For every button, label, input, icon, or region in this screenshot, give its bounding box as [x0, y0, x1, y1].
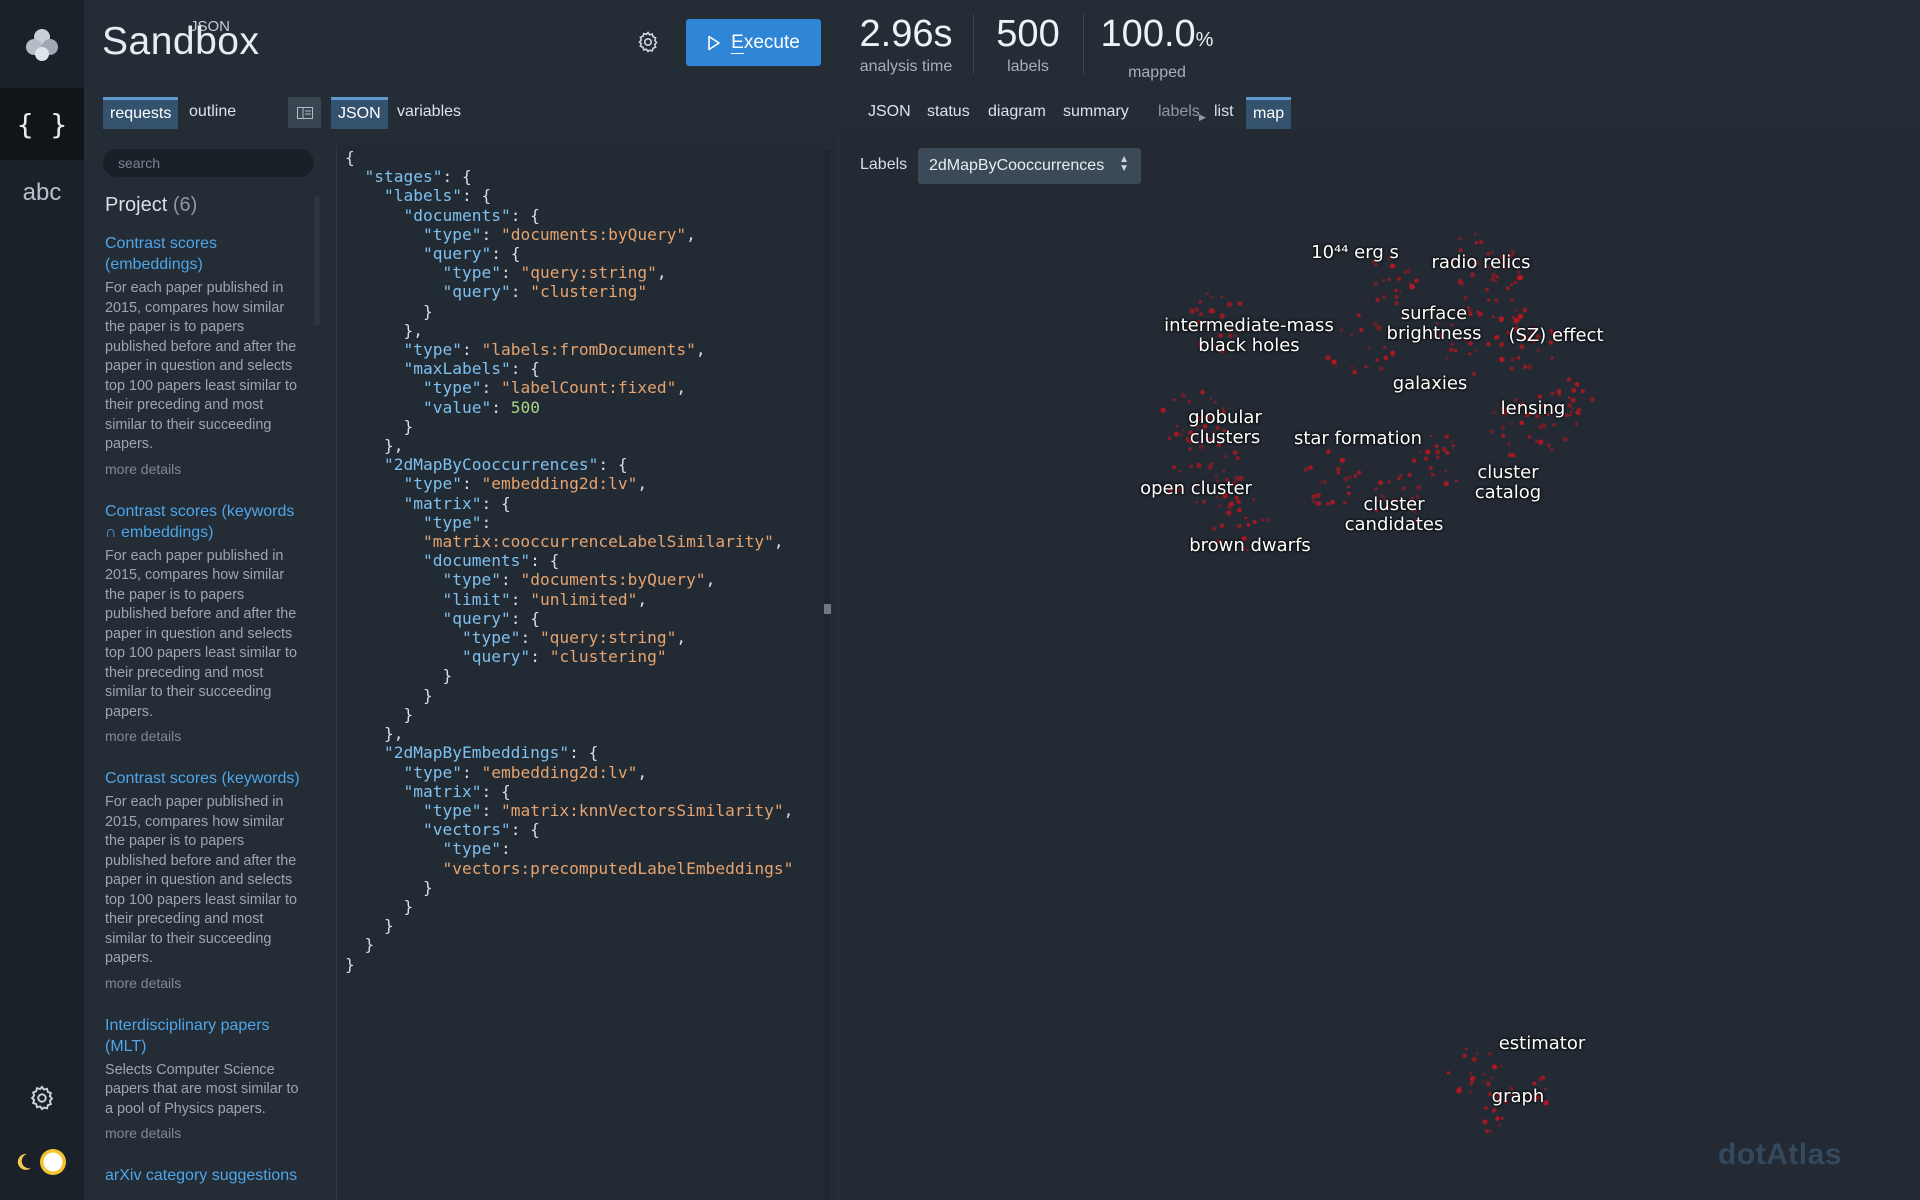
app-logo-button[interactable] — [0, 0, 84, 88]
map-label[interactable]: star formation — [1294, 429, 1422, 449]
request-title[interactable]: arXiv category suggestions — [105, 1165, 305, 1186]
icon-rail: { } abc — [0, 0, 84, 1200]
panel-layout-icon — [296, 106, 313, 119]
stat-label: labels — [1007, 58, 1049, 75]
tab-summary[interactable]: summary — [1056, 97, 1136, 129]
toggle-panel-button[interactable] — [288, 97, 321, 128]
request-description: For each paper published in 2015, compar… — [105, 794, 297, 966]
stat-value: 2.96s — [859, 13, 953, 55]
execute-label: Execute — [731, 31, 800, 54]
theme-toggle[interactable] — [0, 1142, 84, 1182]
gear-icon — [30, 1085, 54, 1111]
map-label[interactable]: graph — [1492, 1087, 1545, 1107]
dotatlas-watermark: dotAtlas — [1718, 1138, 1842, 1171]
stat-labels: 500 labels — [984, 10, 1072, 76]
request-settings-button[interactable] — [636, 30, 662, 56]
json-editor[interactable]: { "stages": { "labels": { "documents": {… — [336, 145, 825, 1200]
select-caret-icon: ▲ ▼ — [1119, 154, 1129, 174]
map-label[interactable]: brown dwarfs — [1189, 536, 1311, 556]
tab-variables[interactable]: variables — [390, 97, 468, 129]
settings-nav-button[interactable] — [0, 1078, 84, 1118]
request-item: arXiv category suggestions — [105, 1165, 305, 1186]
map-label[interactable]: galaxies — [1393, 374, 1468, 394]
stat-divider — [973, 14, 974, 74]
request-title[interactable]: Contrast scores (keywords ∩ embeddings) — [105, 501, 305, 543]
stat-label: mapped — [1128, 64, 1186, 81]
request-title[interactable]: Contrast scores (embeddings) — [105, 233, 305, 275]
abc-icon: abc — [22, 179, 62, 206]
map-label[interactable]: surface brightness — [1387, 304, 1482, 344]
map-label[interactable]: globular clusters — [1188, 408, 1262, 448]
request-title[interactable]: Interdisciplinary papers (MLT) — [105, 1015, 305, 1057]
json-braces-icon: { } — [16, 107, 68, 141]
tab-result-json[interactable]: JSON — [861, 97, 918, 129]
moon-icon — [17, 1153, 31, 1170]
map-panel — [838, 130, 1920, 1200]
request-item: Contrast scores (keywords) For each pape… — [105, 768, 305, 991]
more-details-link[interactable]: more details — [105, 728, 305, 744]
tab-json-editor[interactable]: JSON — [331, 97, 388, 129]
requests-scrollbar[interactable] — [314, 196, 320, 326]
request-item: Interdisciplinary papers (MLT) Selects C… — [105, 1015, 305, 1142]
tab-map[interactable]: map — [1246, 97, 1292, 129]
tab-requests[interactable]: requests — [103, 97, 179, 129]
map-select[interactable]: 2dMapByCooccurrences ▲ ▼ — [918, 148, 1141, 184]
map-label[interactable]: intermediate-mass black holes — [1164, 316, 1334, 356]
stat-value: 500 — [996, 13, 1060, 55]
request-description: For each paper published in 2015, compar… — [105, 280, 297, 452]
request-description: For each paper published in 2015, compar… — [105, 547, 297, 720]
gear-icon — [638, 31, 658, 53]
map-label[interactable]: 10⁴⁴ erg s — [1311, 243, 1399, 263]
project-title: Project (6) — [105, 194, 197, 217]
requests-list: Contrast scores (embeddings) For each pa… — [105, 233, 305, 1200]
tab-list[interactable]: list — [1207, 97, 1241, 129]
editor-scrollbar-thumb[interactable] — [824, 604, 831, 614]
tab-status[interactable]: status — [920, 97, 977, 129]
tab-diagram[interactable]: diagram — [981, 97, 1053, 129]
dotatlas-logo-icon — [26, 29, 58, 61]
stat-value: 100.0 — [1100, 13, 1196, 55]
request-description: Selects Computer Science papers that are… — [105, 1061, 299, 1117]
app-root: { } abc JSON Sandbox Execute 2.96s analy… — [0, 0, 1920, 1200]
map-label[interactable]: cluster catalog — [1475, 463, 1541, 503]
tab-outline[interactable]: outline — [182, 97, 243, 129]
project-name: Project — [105, 194, 168, 216]
request-title[interactable]: Contrast scores (keywords) — [105, 768, 305, 789]
map-label[interactable]: estimator — [1499, 1034, 1586, 1054]
text-nav[interactable]: abc — [0, 160, 84, 226]
execute-button[interactable]: Execute — [686, 19, 821, 66]
search-input[interactable] — [103, 149, 314, 177]
stat-label: analysis time — [859, 58, 953, 75]
map-select-value: 2dMapByCooccurrences — [929, 157, 1105, 174]
stat-analysis-time: 2.96s analysis time — [858, 10, 954, 76]
map-label[interactable]: (SZ) effect — [1508, 326, 1603, 346]
stat-divider — [1083, 14, 1084, 74]
more-details-link[interactable]: more details — [105, 975, 305, 991]
map-label[interactable]: radio relics — [1432, 253, 1531, 273]
editor-scrollbar[interactable] — [824, 150, 831, 1200]
map-label[interactable]: cluster candidates — [1345, 495, 1444, 535]
more-details-link[interactable]: more details — [105, 461, 305, 477]
more-details-link[interactable]: more details — [105, 1125, 305, 1141]
stat-mapped: 100.0% mapped — [1094, 10, 1220, 82]
map-label[interactable]: open cluster — [1140, 479, 1252, 499]
map-label[interactable]: lensing — [1501, 399, 1566, 419]
brand-title: Sandbox — [102, 20, 260, 63]
labels-caption: Labels — [860, 156, 908, 173]
app-brand: JSON Sandbox — [102, 16, 259, 66]
play-icon — [708, 35, 720, 50]
theme-toggle-icon — [40, 1149, 66, 1175]
request-item: Contrast scores (keywords ∩ embeddings) … — [105, 501, 305, 745]
request-item: Contrast scores (embeddings) For each pa… — [105, 233, 305, 477]
breadcrumb-arrow-icon: ▶ — [1199, 112, 1206, 122]
project-count: (6) — [172, 194, 198, 216]
json-sandbox-nav[interactable]: { } — [0, 88, 84, 160]
stat-unit: % — [1195, 29, 1214, 51]
json-code[interactable]: { "stages": { "labels": { "documents": {… — [345, 148, 793, 974]
